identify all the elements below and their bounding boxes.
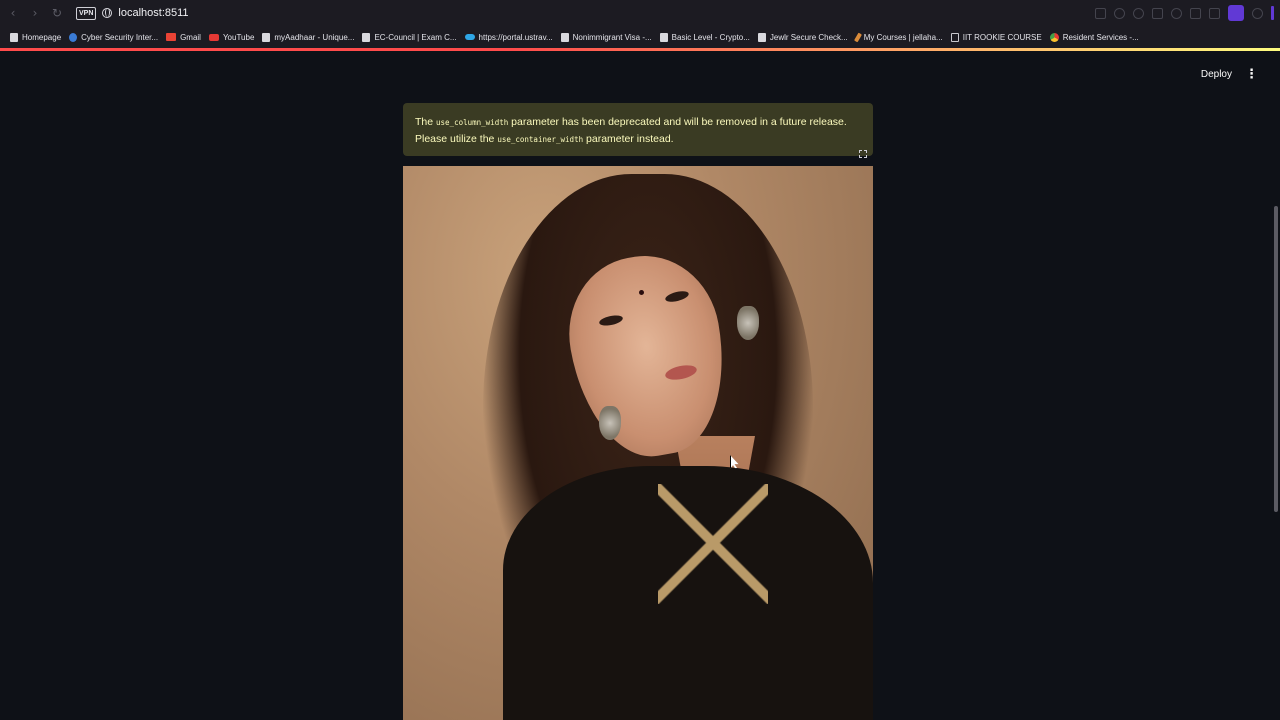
bookmark-label: YouTube	[222, 32, 255, 42]
bookmark-homepage[interactable]: Homepage	[10, 32, 62, 42]
bookmark-label: IIT ROOKIE COURSE	[962, 32, 1042, 42]
vpn-badge[interactable]: VPN	[76, 6, 97, 20]
bookmark-label: My Courses | jellaha...	[863, 32, 943, 42]
bookmark-myaadhaar[interactable]: myAadhaar - Unique...	[262, 32, 355, 42]
bookmark-label: Nonimmigrant Visa -...	[572, 32, 652, 42]
bookmark-basic-level-crypto[interactable]: Basic Level - Crypto...	[659, 32, 750, 42]
address-bar[interactable]: localhost:8511	[118, 7, 188, 19]
bookmark-iit-rookie-course[interactable]: IIT ROOKIE COURSE	[950, 32, 1042, 42]
bookmark-label: Basic Level - Crypto...	[671, 32, 750, 42]
toolbar-actions	[1095, 0, 1274, 26]
left-earring	[599, 406, 621, 440]
youtube-icon	[208, 33, 219, 41]
app-header-decoration	[0, 48, 1280, 51]
blue-logo-icon	[69, 32, 78, 42]
bookmark-label: Homepage	[22, 32, 62, 42]
bookmark-cyber-security[interactable]: Cyber Security Inter...	[69, 32, 159, 42]
bookmark-jewlr[interactable]: Jewlr Secure Check...	[757, 32, 848, 42]
bookmark-label: Gmail	[180, 32, 201, 42]
gmail-icon	[166, 33, 177, 41]
download-icon[interactable]	[1190, 7, 1201, 19]
browser-toolbar: ‹ › ↻ VPN localhost:8511	[0, 0, 1280, 26]
bookmark-youtube[interactable]: YouTube	[208, 32, 255, 42]
warning-code: use_column_width	[436, 118, 509, 127]
sidebar-toggle-icon[interactable]	[1271, 6, 1274, 20]
back-button[interactable]: ‹	[2, 0, 24, 26]
extension-icon[interactable]	[1228, 5, 1244, 21]
bookmark-gmail[interactable]: Gmail	[166, 33, 201, 42]
bookmark-label: Resident Services -...	[1062, 32, 1139, 42]
multicolor-icon	[1049, 32, 1059, 42]
cloud-icon	[464, 34, 475, 40]
portrait-image	[403, 166, 873, 720]
page-icon	[262, 32, 271, 42]
bookmark-my-courses[interactable]: My Courses | jellaha...	[853, 32, 943, 42]
bookmark-resident-services[interactable]: Resident Services -...	[1049, 32, 1139, 42]
bookmark-label: myAadhaar - Unique...	[274, 32, 355, 42]
bookmark-label: Cyber Security Inter...	[81, 32, 159, 42]
bookmark-ec-council[interactable]: EC-Council | Exam C...	[362, 32, 457, 42]
kebab-menu-icon[interactable]: ⋮	[1245, 68, 1258, 81]
bookmark-nonimmigrant-visa[interactable]: Nonimmigrant Visa -...	[560, 32, 652, 42]
globe-icon	[102, 8, 113, 18]
bookmarks-bar: Homepage Cyber Security Inter... Gmail Y…	[0, 26, 1280, 48]
settings-icon[interactable]	[1252, 7, 1263, 19]
bookmark-label: EC-Council | Exam C...	[374, 32, 457, 42]
fullscreen-icon[interactable]	[859, 150, 867, 158]
camera-icon[interactable]	[1114, 7, 1125, 19]
shield-icon[interactable]	[1133, 7, 1144, 19]
folder-icon	[950, 32, 959, 42]
deploy-button[interactable]: Deploy	[1201, 69, 1232, 80]
warning-code: use_container_width	[497, 135, 584, 144]
page-icon	[659, 32, 668, 42]
menu-icon[interactable]	[1209, 7, 1220, 19]
reload-button[interactable]: ↻	[46, 0, 68, 26]
pen-icon	[853, 32, 862, 42]
bookmark-label: Jewlr Secure Check...	[769, 32, 848, 42]
edit-icon[interactable]	[1095, 7, 1106, 19]
heart-icon[interactable]	[1171, 7, 1182, 19]
play-icon[interactable]	[1152, 7, 1163, 19]
warning-text: parameter instead.	[583, 133, 674, 145]
page-icon	[757, 32, 766, 42]
deprecation-warning: The use_column_width parameter has been …	[403, 103, 873, 156]
right-earring	[737, 306, 759, 340]
page-icon	[560, 32, 569, 42]
page-scrollbar[interactable]	[1274, 206, 1278, 512]
embroidered-neckline	[658, 484, 768, 604]
bookmark-label: https://portal.ustrav...	[478, 32, 553, 42]
warning-text: The	[415, 116, 437, 128]
page-icon	[362, 32, 371, 42]
bindi	[639, 290, 644, 295]
forward-button[interactable]: ›	[24, 0, 46, 26]
bookmark-portal-ustrav[interactable]: https://portal.ustrav...	[464, 32, 553, 42]
page-icon	[10, 32, 18, 42]
